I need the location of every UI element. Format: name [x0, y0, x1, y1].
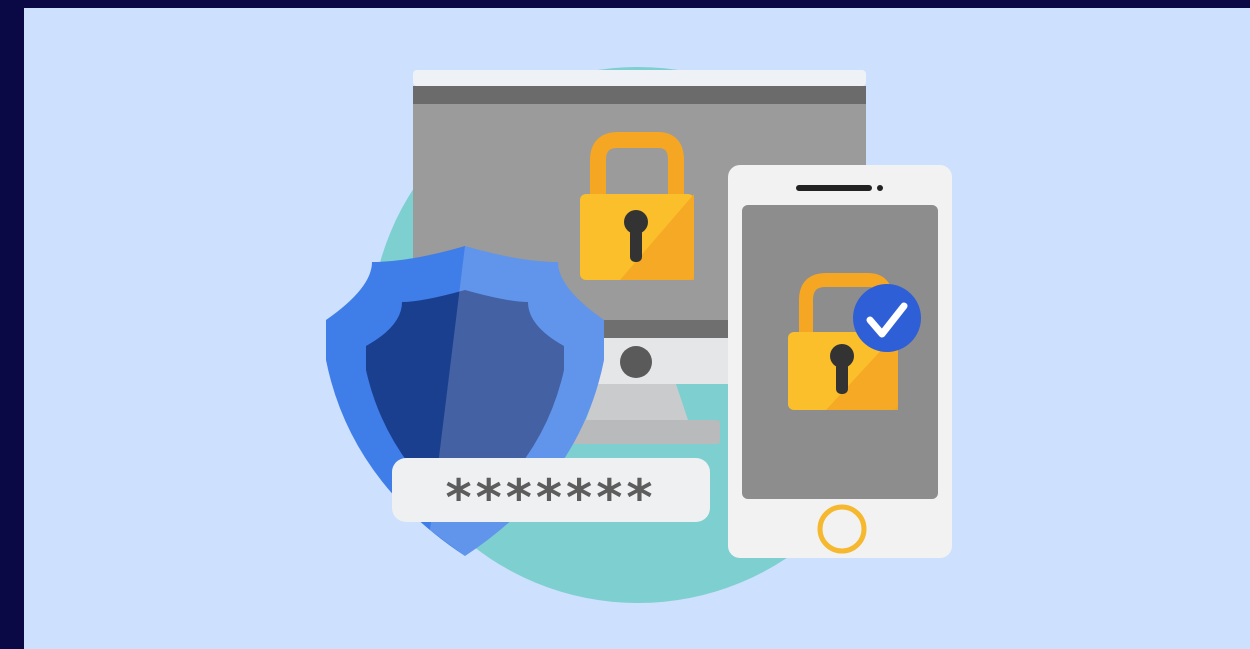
illustration-frame: ******* [24, 8, 1250, 649]
checkmark-icon [853, 284, 921, 352]
password-masked-text: ******* [445, 469, 657, 527]
security-illustration [326, 67, 952, 603]
